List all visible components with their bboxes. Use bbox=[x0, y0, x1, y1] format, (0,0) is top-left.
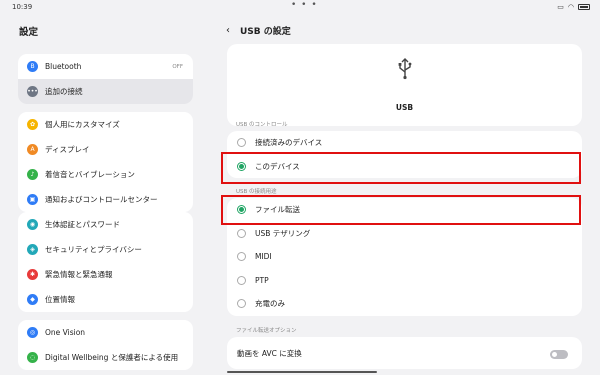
settings-sidebar: 設定 B Bluetooth OFF ••• 追加の接続 ✿ 個人用にカスタマイズ A ディスプ… bbox=[0, 14, 210, 375]
radio-unchecked-icon[interactable] bbox=[237, 275, 246, 285]
one-vision-icon: ◎ bbox=[27, 327, 38, 338]
status-time: 10:39 bbox=[12, 3, 33, 11]
multitask-dots[interactable]: • • • bbox=[291, 0, 318, 10]
notification-icon: ▣ bbox=[27, 194, 38, 205]
usage-section-label: USB の接続用途 bbox=[236, 189, 277, 195]
radio-option-label: MIDI bbox=[255, 252, 272, 262]
back-arrow-icon[interactable]: ‹ bbox=[226, 25, 230, 36]
sidebar-item-label: 生体認証とパスワード bbox=[45, 220, 120, 229]
usb-label: USB bbox=[395, 103, 414, 112]
radio-option-label: USB テザリング bbox=[255, 228, 311, 238]
sidebar-item[interactable]: ◎ One Vision bbox=[18, 320, 193, 345]
status-bar: 10:39 • • • ▭ ◠ bbox=[0, 0, 600, 14]
usb-info-card: USB bbox=[227, 44, 582, 126]
radio-option[interactable]: MIDI bbox=[227, 245, 582, 269]
bluetooth-icon: B bbox=[27, 61, 38, 72]
radio-option-label: PTP bbox=[255, 275, 269, 285]
sidebar-item[interactable]: ▣ 通知およびコントロールセンター bbox=[18, 187, 193, 212]
bluetooth-status: OFF bbox=[172, 63, 183, 70]
sidebar-item[interactable]: ✿ 個人用にカスタマイズ bbox=[18, 112, 193, 137]
security-icon: ◈ bbox=[27, 244, 38, 255]
sidebar-item-label: 緊急情報と緊急通報 bbox=[45, 270, 113, 279]
home-indicator[interactable] bbox=[227, 371, 377, 373]
radio-option[interactable]: PTP bbox=[227, 269, 582, 293]
highlight-file-transfer bbox=[221, 195, 581, 225]
radio-option[interactable]: 充電のみ bbox=[227, 292, 582, 316]
sidebar-group: ◉ 生体認証とパスワード ◈ セキュリティとプライバシー ✱ 緊急情報と緊急通報 ◆ 位置情報 bbox=[18, 212, 193, 312]
screen-icon: ▭ bbox=[557, 3, 564, 11]
sidebar-item[interactable]: ◈ セキュリティとプライバシー bbox=[18, 237, 193, 262]
sidebar-item-label: One Vision bbox=[45, 328, 86, 337]
sidebar-item-label: 位置情報 bbox=[45, 295, 75, 304]
avc-toggle[interactable] bbox=[550, 350, 568, 359]
sidebar-item-label: セキュリティとプライバシー bbox=[45, 245, 142, 254]
radio-unchecked-icon[interactable] bbox=[237, 228, 246, 238]
sidebar-item[interactable]: ••• 追加の接続 bbox=[18, 79, 193, 104]
status-icons: ▭ ◠ bbox=[557, 3, 590, 11]
avc-option-card: 動画を AVC に変換 bbox=[227, 337, 582, 369]
more-connections-icon: ••• bbox=[27, 86, 38, 97]
customize-icon: ✿ bbox=[27, 119, 38, 130]
wifi-icon: ◠ bbox=[567, 3, 574, 11]
biometric-icon: ◉ bbox=[27, 219, 38, 230]
sidebar-item-label: 個人用にカスタマイズ bbox=[45, 120, 120, 129]
sidebar-item-label: ディスプレイ bbox=[45, 145, 90, 154]
sidebar-item[interactable]: ◉ 生体認証とパスワード bbox=[18, 212, 193, 237]
sidebar-item[interactable]: ✱ 緊急情報と緊急通報 bbox=[18, 262, 193, 287]
sidebar-item-label: 追加の接続 bbox=[45, 87, 83, 96]
sidebar-item-label: Bluetooth bbox=[45, 62, 82, 71]
usb-settings-panel: ‹ USB の設定 USB USB のコントロール 接続済みのデバイス このデバイ… bbox=[212, 14, 600, 375]
wellbeing-icon: ◌ bbox=[27, 352, 38, 363]
sidebar-item[interactable]: A ディスプレイ bbox=[18, 137, 193, 162]
radio-unchecked-icon[interactable] bbox=[237, 138, 246, 148]
control-section-label: USB のコントロール bbox=[236, 122, 288, 128]
sidebar-group: B Bluetooth OFF ••• 追加の接続 bbox=[18, 54, 193, 104]
sidebar-item[interactable]: ◌ Digital Wellbeing と保護者による使用 bbox=[18, 345, 193, 370]
radio-unchecked-icon[interactable] bbox=[237, 252, 246, 262]
page-header: ‹ USB の設定 bbox=[226, 24, 291, 37]
usb-icon bbox=[398, 58, 412, 80]
sidebar-group: ◎ One Vision ◌ Digital Wellbeing と保護者による使用 bbox=[18, 320, 193, 370]
radio-option[interactable]: USB テザリング bbox=[227, 222, 582, 246]
location-icon: ◆ bbox=[27, 294, 38, 305]
sidebar-item[interactable]: B Bluetooth OFF bbox=[18, 54, 193, 79]
sidebar-item[interactable]: ◆ 位置情報 bbox=[18, 287, 193, 312]
sound-icon: ♪ bbox=[27, 169, 38, 180]
avc-option-label: 動画を AVC に変換 bbox=[237, 348, 302, 358]
radio-option-label: 充電のみ bbox=[255, 299, 285, 309]
highlight-this-device bbox=[221, 152, 581, 184]
avc-option-row: 動画を AVC に変換 bbox=[227, 337, 582, 369]
radio-option[interactable]: 接続済みのデバイス bbox=[227, 131, 582, 155]
battery-icon bbox=[578, 4, 590, 10]
emergency-icon: ✱ bbox=[27, 269, 38, 280]
sidebar-item-label: 着信音とバイブレーション bbox=[45, 170, 135, 179]
radio-unchecked-icon[interactable] bbox=[237, 299, 246, 309]
page-title: USB の設定 bbox=[240, 27, 291, 37]
sidebar-item-label: 通知およびコントロールセンター bbox=[45, 195, 158, 204]
sidebar-item-label: Digital Wellbeing と保護者による使用 bbox=[45, 353, 179, 362]
transfer-section-label: ファイル転送オプション bbox=[236, 328, 297, 334]
display-icon: A bbox=[27, 144, 38, 155]
sidebar-item[interactable]: ♪ 着信音とバイブレーション bbox=[18, 162, 193, 187]
sidebar-group: ✿ 個人用にカスタマイズ A ディスプレイ ♪ 着信音とバイブレーション ▣ 通知およびコント… bbox=[18, 112, 193, 212]
radio-option-label: 接続済みのデバイス bbox=[255, 138, 323, 148]
sidebar-title: 設定 bbox=[19, 27, 39, 38]
